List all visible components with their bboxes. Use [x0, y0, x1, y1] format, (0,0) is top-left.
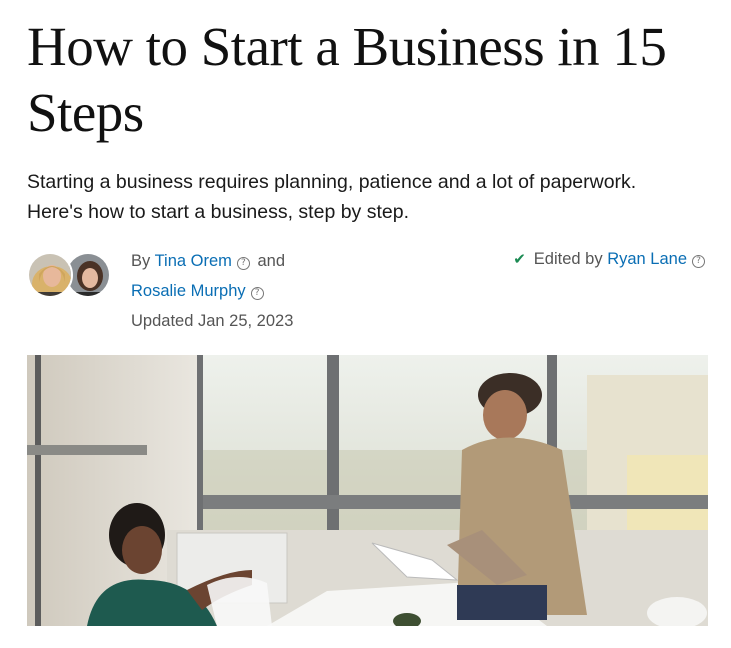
byline-line-2: Rosalie Murphy? [131, 276, 471, 306]
edited-by-label: Edited by [533, 250, 603, 268]
question-circle-icon[interactable]: ? [236, 257, 250, 270]
editor-link-ryan-lane[interactable]: Ryan Lane [607, 250, 687, 268]
avatar-tina-orem[interactable] [27, 252, 73, 298]
author-link-rosalie-murphy[interactable]: Rosalie Murphy [131, 282, 246, 300]
updated-date: Updated Jan 25, 2023 [131, 312, 294, 330]
article-title: How to Start a Business in 15 Steps [27, 16, 667, 143]
question-circle-icon[interactable]: ? [692, 255, 705, 268]
question-circle-icon[interactable]: ? [250, 287, 264, 300]
by-label: By [131, 252, 151, 270]
and-label: and [257, 252, 286, 270]
author-link-tina-orem[interactable]: Tina Orem [155, 252, 232, 270]
author-avatars [27, 252, 117, 300]
author-info: By Tina Orem? and Rosalie Murphy? Update… [131, 246, 471, 336]
byline-line-1: By Tina Orem? and [131, 246, 471, 276]
editor-info: ✔ Edited by Ryan Lane? [513, 246, 708, 272]
checkmark-icon: ✔ [513, 250, 526, 268]
hero-image [27, 355, 708, 626]
byline: By Tina Orem? and Rosalie Murphy? Update… [27, 246, 717, 336]
article-subtitle: Starting a business requires planning, p… [27, 171, 637, 223]
